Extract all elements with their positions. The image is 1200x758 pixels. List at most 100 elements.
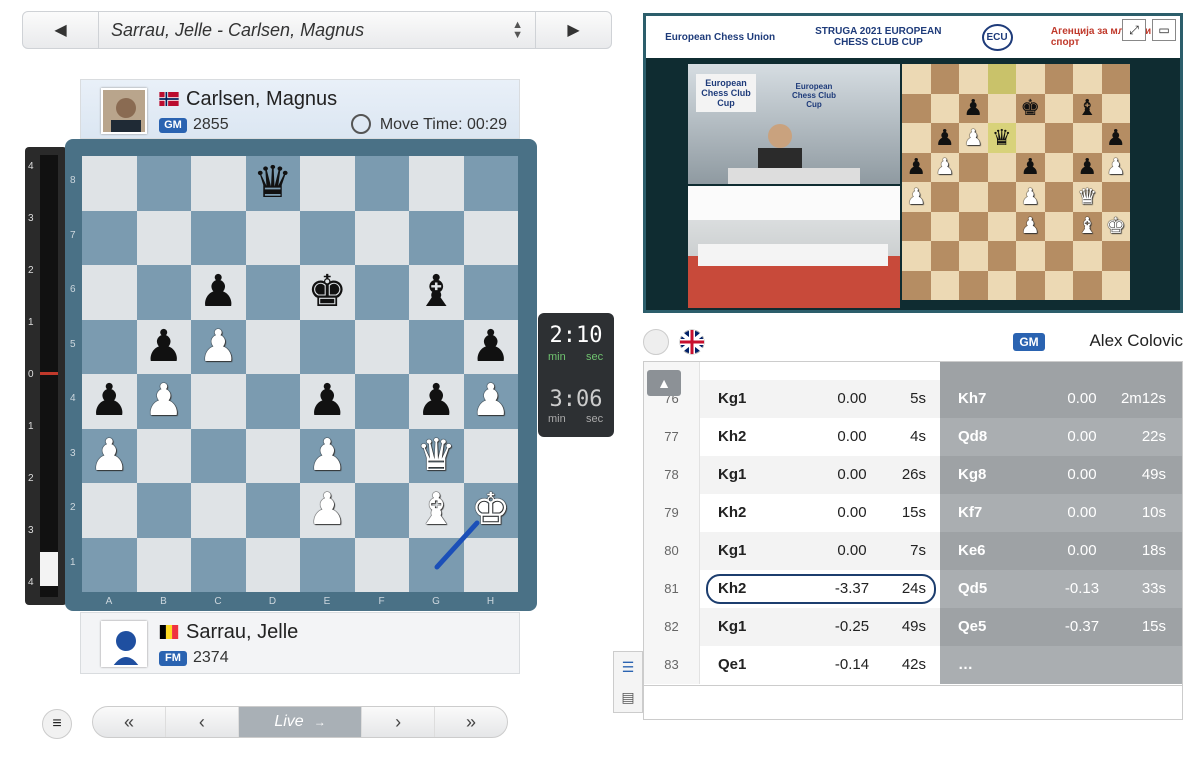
board-square-c5[interactable]: ♟ bbox=[191, 319, 246, 374]
white-pawn-icon[interactable]: ♟ bbox=[308, 488, 347, 532]
black-move-cell[interactable]: Kf7 0.00 10s bbox=[940, 494, 1182, 532]
white-move-cell[interactable]: Kg1 -0.25 49s bbox=[700, 608, 940, 646]
board-square-g1[interactable] bbox=[409, 537, 464, 592]
board-square-h5[interactable]: ♟ bbox=[463, 319, 518, 374]
board-square-a2[interactable]: 2 bbox=[70, 483, 137, 538]
board-square-e5[interactable] bbox=[300, 319, 355, 374]
board-square-e7[interactable] bbox=[300, 210, 355, 265]
board-square-h3[interactable] bbox=[463, 428, 518, 483]
white-pawn-icon[interactable]: ♟ bbox=[90, 433, 129, 478]
board-square-e2[interactable]: ♟ bbox=[300, 483, 355, 538]
next-game-button[interactable]: ▶ bbox=[536, 12, 611, 48]
black-move-cell[interactable]: … bbox=[940, 646, 1182, 684]
white-pawn-icon[interactable]: ♟ bbox=[199, 324, 238, 369]
chat-tab-icon[interactable]: ▤ bbox=[614, 682, 642, 712]
board-square-b6[interactable] bbox=[136, 265, 191, 320]
board-square-c8[interactable] bbox=[191, 156, 246, 211]
fullscreen-icon[interactable]: ▭ bbox=[1152, 19, 1176, 41]
white-move-cell[interactable]: Kg1 0.00 5s bbox=[700, 380, 940, 418]
black-pawn-icon[interactable]: ♟ bbox=[144, 324, 183, 369]
board-square-h8[interactable] bbox=[463, 156, 518, 211]
board-square-g8[interactable] bbox=[409, 156, 464, 211]
uk-flag-icon[interactable] bbox=[679, 329, 705, 355]
white-bishop-icon[interactable]: ♝ bbox=[417, 488, 456, 532]
board-square-b7[interactable] bbox=[136, 210, 191, 265]
black-pawn-icon[interactable]: ♟ bbox=[471, 324, 510, 369]
black-pawn-icon[interactable]: ♟ bbox=[308, 379, 347, 423]
prev-game-button[interactable]: ◀ bbox=[23, 12, 98, 48]
board-square-h4[interactable]: ♟ bbox=[463, 374, 518, 429]
white-move[interactable]: Kg1 bbox=[718, 608, 746, 646]
board-square-a3[interactable]: 3 ♟ bbox=[70, 428, 137, 483]
board-square-c2[interactable] bbox=[191, 483, 246, 538]
board-square-c7[interactable] bbox=[191, 210, 246, 265]
black-queen-icon[interactable]: ♛ bbox=[253, 161, 292, 205]
white-move[interactable]: Kg1 bbox=[718, 380, 746, 418]
game-selector[interactable]: ◀ Sarrau, Jelle - Carlsen, Magnus ▲ ▼ ▶ bbox=[22, 11, 612, 49]
last-move-button[interactable]: » bbox=[435, 707, 507, 737]
board-square-g4[interactable]: ♟ bbox=[409, 374, 464, 429]
board-square-e6[interactable]: ♚ bbox=[300, 265, 355, 320]
scroll-up-button[interactable]: ▲ bbox=[647, 370, 681, 396]
board-square-h2[interactable]: ♚ bbox=[463, 483, 518, 538]
board-square-f7[interactable] bbox=[354, 210, 409, 265]
board-square-a4[interactable]: 4 ♟ bbox=[70, 374, 137, 429]
board-square-a7[interactable]: 7 bbox=[70, 210, 137, 265]
popout-icon[interactable]: ⤢ bbox=[1122, 19, 1146, 41]
board-square-g7[interactable] bbox=[409, 210, 464, 265]
next-move-button[interactable]: › bbox=[362, 707, 436, 737]
board-square-d5[interactable] bbox=[245, 319, 300, 374]
white-move[interactable]: Qe1 bbox=[718, 646, 746, 684]
board-square-b3[interactable] bbox=[136, 428, 191, 483]
black-move[interactable]: Qd8 bbox=[958, 418, 987, 456]
board-square-d1[interactable] bbox=[245, 537, 300, 592]
board-square-b4[interactable]: ♟ bbox=[136, 374, 191, 429]
white-move[interactable]: Kg1 bbox=[718, 456, 746, 494]
board-square-d4[interactable] bbox=[245, 374, 300, 429]
board-square-b8[interactable] bbox=[136, 156, 191, 211]
board-square-c6[interactable]: ♟ bbox=[191, 265, 246, 320]
board-square-f3[interactable] bbox=[354, 428, 409, 483]
chess-board[interactable]: 8 ♛ 7 6 ♟ ♚ ♝ 5 ♟ ♟ ♟ 4 ♟ ♟ ♟ ♟ ♟ 3 ♟ ♟ ♛ 2 ♟ ♝ ♚ 1 bbox=[70, 156, 518, 592]
board-square-d2[interactable] bbox=[245, 483, 300, 538]
board-square-a6[interactable]: 6 bbox=[70, 265, 137, 320]
board-square-e1[interactable] bbox=[300, 537, 355, 592]
black-move-cell[interactable]: Qd8 0.00 22s bbox=[940, 418, 1182, 456]
board-square-c4[interactable] bbox=[191, 374, 246, 429]
black-move-cell[interactable]: Qd5 -0.13 33s bbox=[940, 570, 1182, 608]
black-pawn-icon[interactable]: ♟ bbox=[199, 270, 238, 314]
notation-tab-icon[interactable]: ☰ bbox=[614, 652, 642, 682]
white-move-cell[interactable]: Kh2 0.00 15s bbox=[700, 494, 940, 532]
white-move[interactable]: Kh2 bbox=[718, 570, 746, 608]
board-square-b1[interactable] bbox=[136, 537, 191, 592]
black-move[interactable]: Ke6 bbox=[958, 532, 986, 570]
board-square-h6[interactable] bbox=[463, 265, 518, 320]
black-king-icon[interactable]: ♚ bbox=[308, 270, 347, 314]
white-move-cell[interactable]: Kh2 -3.37 24s bbox=[700, 570, 940, 608]
prev-move-button[interactable]: ‹ bbox=[166, 707, 239, 737]
board-square-d3[interactable] bbox=[245, 428, 300, 483]
board-square-c3[interactable] bbox=[191, 428, 246, 483]
board-square-a1[interactable]: 1 bbox=[70, 537, 137, 592]
white-move-cell[interactable]: Kh2 0.00 4s bbox=[700, 418, 940, 456]
game-title[interactable]: Sarrau, Jelle - Carlsen, Magnus ▲ ▼ bbox=[98, 12, 536, 48]
board-square-e4[interactable]: ♟ bbox=[300, 374, 355, 429]
menu-button[interactable]: ≡ bbox=[42, 709, 72, 739]
white-move[interactable]: Kg1 bbox=[718, 532, 746, 570]
black-move-cell[interactable]: Qe5 -0.37 15s bbox=[940, 608, 1182, 646]
board-square-h1[interactable] bbox=[463, 537, 518, 592]
black-move[interactable]: Kh7 bbox=[958, 380, 986, 418]
board-square-b5[interactable]: ♟ bbox=[136, 319, 191, 374]
board-square-h7[interactable] bbox=[463, 210, 518, 265]
board-square-f1[interactable] bbox=[354, 537, 409, 592]
white-king-icon[interactable]: ♚ bbox=[471, 488, 510, 532]
board-square-e3[interactable]: ♟ bbox=[300, 428, 355, 483]
white-queen-icon[interactable]: ♛ bbox=[417, 433, 456, 478]
black-pawn-icon[interactable]: ♟ bbox=[90, 379, 129, 423]
board-square-d8[interactable]: ♛ bbox=[245, 156, 300, 211]
black-move[interactable]: Qd5 bbox=[958, 570, 987, 608]
white-move[interactable]: Kh2 bbox=[718, 418, 746, 456]
black-move[interactable]: Qe5 bbox=[958, 608, 986, 646]
white-move-cell[interactable]: Kg1 0.00 26s bbox=[700, 456, 940, 494]
board-square-a5[interactable]: 5 bbox=[70, 319, 137, 374]
